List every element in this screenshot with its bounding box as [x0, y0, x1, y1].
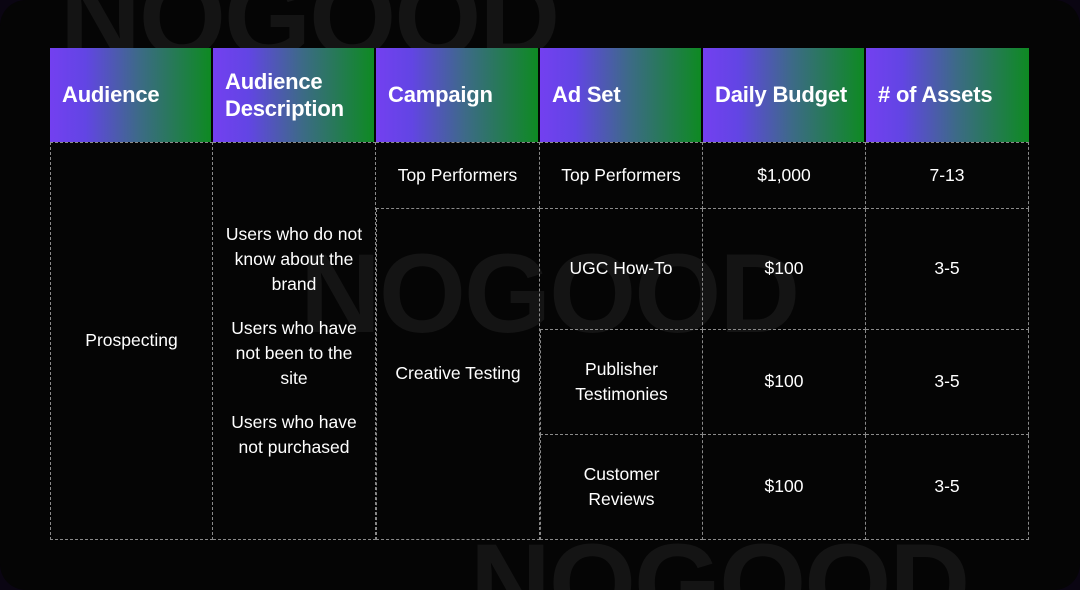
cell-audience-description: Users who do not know about the brand Us…	[213, 142, 376, 540]
cell-number-of-assets: 7-13	[866, 142, 1029, 210]
cell-daily-budget: $100	[703, 209, 866, 331]
column-header-number-of-assets: # of Assets	[866, 48, 1029, 142]
cell-ad-set: Customer Reviews	[540, 435, 703, 540]
audience-description-item: Users who have not purchased	[231, 411, 357, 458]
table-row: Prospecting Users who do not know about …	[50, 142, 1029, 540]
media-card: NOGOOD NOGOOD NOGOOD Audience Audience D…	[0, 0, 1080, 590]
column-header-campaign: Campaign	[376, 48, 540, 142]
column-header-daily-budget: Daily Budget	[703, 48, 866, 142]
column-header-audience-description: Audience Description	[213, 48, 376, 142]
audience-description-item: Users who have not been to the site	[231, 317, 357, 389]
cell-campaign-top-performers: Top Performers	[376, 142, 540, 210]
screenshot-root: NOGOOD NOGOOD NOGOOD Audience Audience D…	[0, 0, 1080, 590]
table-header-row: Audience Audience Description Campaign A…	[50, 48, 1029, 142]
cell-daily-budget: $100	[703, 435, 866, 540]
media-plan-table-container: Audience Audience Description Campaign A…	[50, 48, 1029, 540]
cell-audience: Prospecting	[50, 142, 213, 540]
cell-number-of-assets: 3-5	[866, 209, 1029, 331]
cell-daily-budget: $1,000	[703, 142, 866, 210]
cell-ad-set: Top Performers	[540, 142, 703, 210]
audience-description-item: Users who do not know about the brand	[225, 223, 363, 295]
cell-campaign-creative-testing: Creative Testing	[376, 209, 540, 540]
media-plan-table: Audience Audience Description Campaign A…	[50, 48, 1029, 540]
cell-number-of-assets: 3-5	[866, 435, 1029, 540]
cell-number-of-assets: 3-5	[866, 330, 1029, 436]
cell-ad-set: Publisher Testimonies	[540, 330, 703, 436]
column-header-ad-set: Ad Set	[540, 48, 703, 142]
cell-ad-set: UGC How-To	[540, 209, 703, 331]
column-header-audience: Audience	[50, 48, 213, 142]
cell-daily-budget: $100	[703, 330, 866, 436]
